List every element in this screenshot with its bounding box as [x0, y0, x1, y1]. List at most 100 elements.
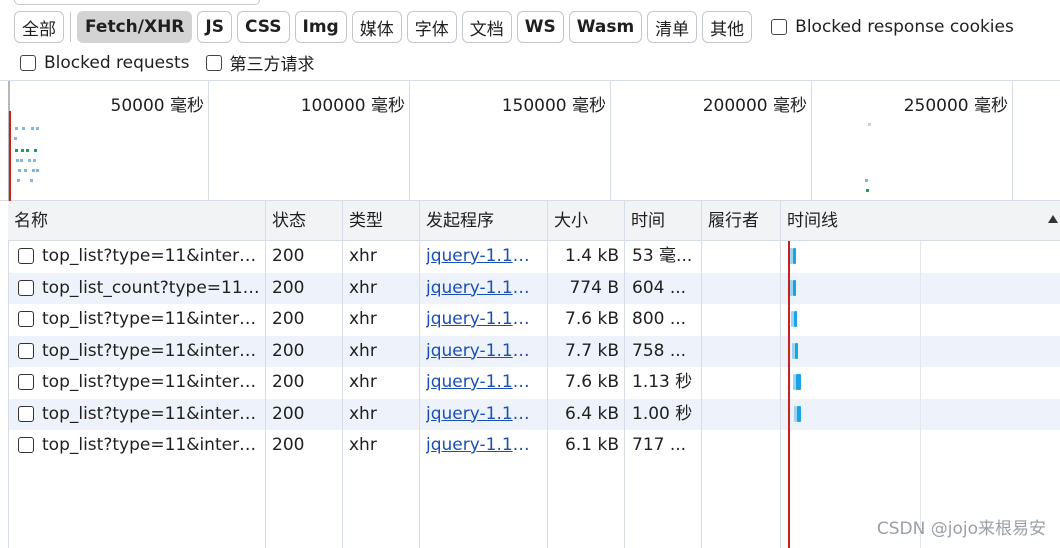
- filter-chip-2[interactable]: JS: [197, 11, 232, 43]
- column-header-time[interactable]: 时间: [625, 201, 702, 241]
- blocked-requests-checkbox[interactable]: Blocked requests: [20, 53, 190, 73]
- cell-name: top_list?type=11&interva...: [42, 340, 262, 361]
- filter-chip-7[interactable]: 文档: [461, 11, 512, 43]
- filter-chip-1[interactable]: Fetch/XHR: [77, 11, 193, 43]
- blocked-cookies-checkbox[interactable]: Blocked response cookies: [771, 17, 1014, 37]
- table-row[interactable]: top_list?type=11&interva... 200 xhr jquery-…: [8, 241, 1060, 273]
- cell-name: top_list?type=11&interva...: [42, 403, 262, 424]
- cell-name: top_list?type=11&interva...: [42, 435, 262, 455]
- column-header-type[interactable]: 类型: [343, 201, 420, 241]
- request-type-icon: [18, 342, 34, 359]
- overview-activity-dot: [31, 127, 34, 130]
- request-type-icon: [18, 374, 34, 390]
- overview-activity-dot: [15, 127, 18, 130]
- overview-activity-dot: [36, 127, 39, 130]
- blocked-cookies-label: Blocked response cookies: [795, 17, 1014, 37]
- column-divider[interactable]: [342, 201, 343, 548]
- overview-marker: [9, 111, 11, 201]
- cell-size: 6.1 kB: [565, 435, 619, 455]
- cell-name: top_list_count?type=11&i...: [42, 277, 262, 298]
- cell-time: 604 ...: [632, 277, 687, 298]
- column-divider[interactable]: [780, 201, 781, 548]
- cell-time: 53 毫...: [632, 246, 693, 266]
- overview-activity-dot: [16, 159, 19, 162]
- column-header-initiator[interactable]: 发起程序: [420, 201, 548, 241]
- third-party-checkbox[interactable]: 第三方请求: [205, 50, 315, 75]
- cell-type: xhr: [349, 246, 377, 266]
- overview-activity-dot: [30, 179, 33, 182]
- overview-grid-line: [208, 81, 209, 201]
- table-row[interactable]: top_list?type=11&interva... 200 xhr jquery-…: [8, 367, 1060, 399]
- filter-chip-9[interactable]: Wasm: [568, 11, 643, 43]
- cell-status: 200: [272, 277, 305, 298]
- sort-ascending-icon[interactable]: [1048, 215, 1058, 223]
- cell-size: 7.7 kB: [565, 340, 619, 361]
- cell-initiator[interactable]: jquery-1.10....: [426, 304, 538, 336]
- column-divider[interactable]: [265, 201, 266, 548]
- filter-chip-0[interactable]: 全部: [14, 11, 64, 43]
- filter-chip-4[interactable]: Img: [294, 11, 347, 43]
- waterfall-bar[interactable]: [793, 311, 797, 327]
- request-type-icon: [18, 437, 34, 453]
- cell-type: xhr: [349, 403, 377, 424]
- column-divider[interactable]: [701, 201, 702, 548]
- checkbox-box[interactable]: [205, 54, 222, 71]
- filter-bar: 全部 Fetch/XHR JS CSS Img 媒体 字体 文档 WS Wasm 清单 其他 Bloc…: [0, 0, 1060, 80]
- table-row[interactable]: top_list?type=11&interva... 200 xhr jquery-…: [8, 430, 1060, 462]
- request-type-icon: [18, 311, 34, 327]
- filter-chip-3[interactable]: CSS: [236, 11, 290, 43]
- filter-chip-8[interactable]: WS: [516, 11, 564, 43]
- filter-chip-10[interactable]: 清单: [647, 11, 698, 43]
- cell-status: 200: [272, 372, 305, 392]
- cell-size: 6.4 kB: [565, 403, 619, 424]
- request-type-icon: [18, 279, 34, 296]
- column-header-name[interactable]: 名称: [8, 201, 266, 241]
- cell-name: top_list?type=11&interva...: [42, 246, 262, 266]
- cell-initiator[interactable]: jquery-1.10....: [426, 367, 538, 399]
- blocked-requests-label: Blocked requests: [44, 52, 190, 73]
- cell-initiator[interactable]: jquery-1.10....: [426, 241, 538, 273]
- filter-chip-6[interactable]: 字体: [406, 11, 457, 43]
- timeline-marker: [788, 241, 790, 548]
- timeline-grid-line: [920, 241, 921, 548]
- waterfall-bar[interactable]: [793, 248, 797, 264]
- overview-tick-label: 150000 毫秒: [501, 96, 606, 116]
- waterfall-bar[interactable]: [795, 374, 801, 390]
- overview-tick-label: 50000 毫秒: [110, 96, 204, 116]
- cell-initiator[interactable]: jquery-1.10....: [426, 273, 538, 305]
- column-divider[interactable]: [419, 201, 420, 548]
- table-row[interactable]: top_list?type=11&interva... 200 xhr jquery-…: [8, 304, 1060, 336]
- cell-initiator[interactable]: jquery-1.10....: [426, 399, 538, 431]
- checkbox-box[interactable]: [20, 54, 36, 71]
- cell-type: xhr: [349, 277, 377, 298]
- waterfall-bar[interactable]: [796, 405, 802, 422]
- checkbox-box[interactable]: [771, 19, 788, 35]
- column-header-status[interactable]: 状态: [266, 201, 343, 241]
- column-header-timeline[interactable]: 时间线: [781, 201, 1060, 241]
- column-divider[interactable]: [547, 201, 548, 548]
- cell-type: xhr: [349, 309, 377, 329]
- filter-input-edge[interactable]: [14, 0, 260, 5]
- table-row[interactable]: top_list_count?type=11&i... 200 xhr jquery-…: [8, 272, 1060, 305]
- column-divider[interactable]: [624, 201, 625, 548]
- request-table: 名称 状态 类型 发起程序 大小 时间 履行者 时间线 top_list?type=11&in…: [8, 201, 1060, 548]
- type-filter-row: 全部 Fetch/XHR JS CSS Img 媒体 字体 文档 WS Wasm 清单 其他 Bloc…: [14, 11, 1014, 43]
- cell-initiator[interactable]: jquery-1.10....: [426, 430, 538, 462]
- filter-chip-5[interactable]: 媒体: [351, 11, 402, 43]
- overview-activity-dot: [34, 149, 37, 152]
- column-header-size[interactable]: 大小: [548, 201, 625, 241]
- table-row[interactable]: top_list?type=11&interva... 200 xhr jquery-…: [8, 335, 1060, 368]
- table-row[interactable]: top_list?type=11&interva... 200 xhr jquery-…: [8, 398, 1060, 431]
- cell-status: 200: [272, 246, 305, 266]
- column-header-fulfilled[interactable]: 履行者: [702, 201, 781, 241]
- waterfall-bar[interactable]: [793, 279, 797, 296]
- overview-activity-dot: [17, 179, 20, 182]
- waterfall-bar[interactable]: [794, 342, 799, 359]
- filter-chip-11[interactable]: 其他: [702, 11, 753, 43]
- cell-initiator[interactable]: jquery-1.10....: [426, 336, 538, 368]
- overview-timeline[interactable]: 50000 毫秒 100000 毫秒 150000 毫秒 200000 毫秒 25000…: [0, 80, 1060, 201]
- cell-type: xhr: [349, 340, 377, 361]
- filter-row-2: Blocked requests 第三方请求: [20, 50, 315, 75]
- overview-grid-line: [1012, 81, 1013, 201]
- overview-activity-dot: [28, 159, 31, 162]
